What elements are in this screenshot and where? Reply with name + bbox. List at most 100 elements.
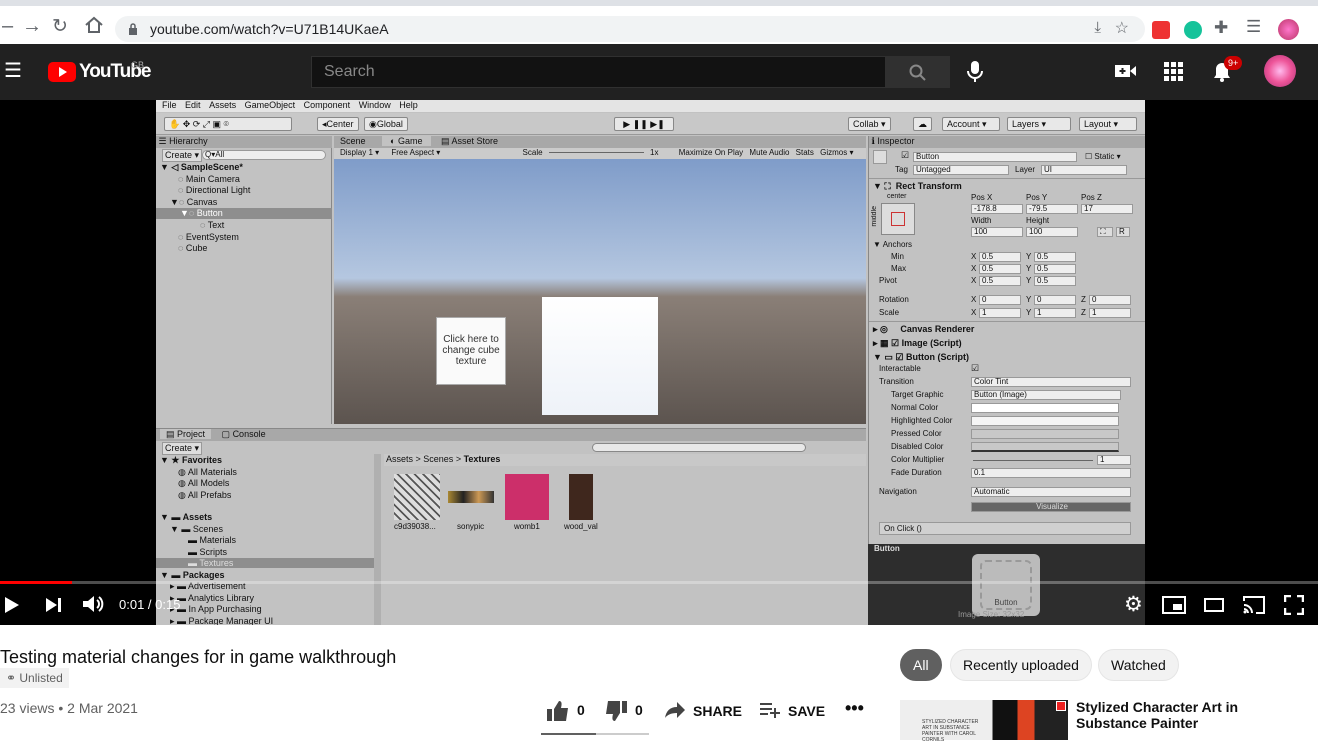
share-icon[interactable] <box>664 701 686 719</box>
video-title: Testing material changes for in game wal… <box>0 647 397 667</box>
normal-color-label: Normal Color <box>891 403 939 412</box>
axis-label: X <box>971 276 977 285</box>
like-icon[interactable] <box>546 700 570 722</box>
asset-label: wood_val <box>564 522 598 531</box>
install-icon[interactable]: ⤓ <box>1094 19 1101 36</box>
save-button[interactable]: SAVE <box>788 703 825 719</box>
extensions-puzzle-icon[interactable]: ✚ <box>1214 18 1228 38</box>
tag-dropdown: Untagged <box>913 165 1009 175</box>
unity-toolbar: ✋ ✥ ⟳ ⤢ ▣ ⌾ ◂Center ◉Global ▶ ❚❚ ▶❚ Coll… <box>156 113 1145 135</box>
tree-item: ▸ ▬ Package Manager UI <box>170 616 274 625</box>
anchors-label: ▼ Anchors <box>873 240 913 249</box>
project-breadcrumb: Assets > Scenes > Textures <box>384 454 866 466</box>
asset-label: c9d39038... <box>394 522 436 531</box>
hierarchy-item: ▼◌ Canvas <box>170 197 218 207</box>
cast-icon[interactable] <box>1242 595 1266 615</box>
reading-list-icon[interactable]: ☰ <box>1246 17 1261 37</box>
tab-game: ◐ Game <box>382 136 431 146</box>
color-multiplier-field: 1 <box>1097 455 1131 465</box>
scale-x: 1 <box>979 308 1021 318</box>
region-code: GB <box>131 60 145 70</box>
chip-recently-uploaded[interactable]: Recently uploaded <box>950 649 1092 681</box>
back-icon[interactable]: – <box>2 15 13 38</box>
game-ui-button: Click here to change cube texture <box>436 317 506 385</box>
bookmark-star-icon[interactable]: ☆ <box>1115 18 1129 38</box>
recommendation-thumbnail[interactable]: STYLIZED CHARACTER ART IN SUBSTANCE PAIN… <box>900 700 1068 743</box>
unity-menu-edit: Edit <box>185 100 201 110</box>
raw-edit-toggle: R <box>1116 227 1130 237</box>
account-avatar[interactable] <box>1264 55 1296 87</box>
share-button[interactable]: SHARE <box>693 703 742 719</box>
apps-grid-icon[interactable] <box>1164 62 1184 82</box>
reload-icon[interactable]: ↻ <box>52 15 68 38</box>
more-actions-icon[interactable]: ••• <box>845 698 864 719</box>
microphone-icon[interactable] <box>965 60 985 84</box>
video-player[interactable]: File Edit Assets GameObject Component Wi… <box>0 100 1318 625</box>
grammarly-extension-icon[interactable] <box>1184 21 1202 39</box>
next-icon[interactable] <box>45 597 63 613</box>
like-count: 0 <box>577 702 585 718</box>
asset-thumb-c9d39038 <box>394 474 440 520</box>
preview-title: Button <box>874 544 900 553</box>
miniplayer-icon[interactable] <box>1162 596 1186 614</box>
forward-icon[interactable]: → <box>22 15 42 38</box>
unity-menu-gameobject: GameObject <box>244 100 296 110</box>
fade-duration-field: 0.1 <box>971 468 1131 478</box>
anchor-max-y: 0.5 <box>1034 264 1076 274</box>
settings-gear-icon[interactable]: ⚙ <box>1124 592 1143 617</box>
tag-label: Tag <box>895 165 908 174</box>
transition-label: Transition <box>879 377 914 386</box>
browser-toolbar: – → ↻ youtube.com/watch?v=U71B14UKaeA ⤓ … <box>0 0 1318 44</box>
button-script-header: ▼ ▭ ☑ Button (Script) <box>873 352 969 362</box>
save-playlist-icon[interactable] <box>759 702 781 718</box>
dislike-icon[interactable] <box>604 700 628 722</box>
preview-image-size: Image Size: 32x32 <box>958 610 1025 619</box>
progress-bar-fill <box>0 581 73 584</box>
hierarchy-create: Create ▾ <box>162 149 203 162</box>
target-graphic-field: Button (Image) <box>971 390 1121 400</box>
global-toggle: ◉Global <box>364 117 408 131</box>
visualize-button: Visualize <box>971 502 1131 512</box>
home-icon[interactable] <box>84 16 104 34</box>
search-button[interactable] <box>886 56 950 88</box>
hierarchy-item: ◌ Main Camera <box>178 174 240 184</box>
transform-tools: ✋ ✥ ⟳ ⤢ ▣ ⌾ <box>164 117 292 131</box>
pdf-extension-icon[interactable] <box>1152 21 1170 39</box>
profile-avatar[interactable] <box>1278 19 1299 40</box>
game-render: Click here to change cube texture <box>334 159 866 424</box>
theater-mode-icon[interactable] <box>1204 598 1224 612</box>
asset-label: sonypic <box>457 522 485 531</box>
label: Pos Y <box>1026 193 1048 202</box>
unity-editor-frame: File Edit Assets GameObject Component Wi… <box>156 100 1145 625</box>
address-bar[interactable]: youtube.com/watch?v=U71B14UKaeA ⤓ ☆ <box>115 16 1145 42</box>
project-search <box>592 443 806 452</box>
hierarchy-panel: ☰ Hierarchy Create ▾ Q▾All ▼ ◁ SampleSce… <box>156 136 332 424</box>
axis-label: Z <box>1081 295 1086 304</box>
volume-icon[interactable] <box>82 594 104 614</box>
axis-label: Y <box>1026 308 1032 317</box>
menu-icon[interactable]: ☰ <box>4 58 22 83</box>
recommendation-title[interactable]: Stylized Character Art in Substance Pain… <box>1076 699 1238 731</box>
hierarchy-scene: ▼ ◁ SampleScene* <box>160 162 243 172</box>
fullscreen-icon[interactable] <box>1284 595 1304 615</box>
chip-all[interactable]: All <box>900 649 942 681</box>
hierarchy-item: ◌ Cube <box>178 243 208 253</box>
play-icon[interactable] <box>4 596 20 614</box>
progress-bar[interactable] <box>0 581 1318 584</box>
game-cube <box>542 297 658 415</box>
video-meta: 23 views • 2 Mar 2021 <box>0 700 138 716</box>
youtube-logo-icon[interactable] <box>48 62 76 82</box>
label: Width <box>971 216 992 225</box>
unity-menu-bar: File Edit Assets GameObject Component Wi… <box>156 100 1145 112</box>
pressed-color-label: Pressed Color <box>891 429 942 438</box>
preview-image: Button <box>972 554 1040 616</box>
search-input[interactable]: Search <box>311 56 886 88</box>
hierarchy-search: Q▾All <box>202 150 326 160</box>
project-tree-scrollbar <box>374 454 381 625</box>
tree-assets: ▼ ▬ Assets <box>160 512 213 522</box>
canvas-renderer-header: ▸ ◎ Canvas Renderer <box>873 324 975 334</box>
chip-watched[interactable]: Watched <box>1098 649 1179 681</box>
create-video-icon[interactable] <box>1115 63 1137 79</box>
game-view-toolbar: Display 1 ▾ Free Aspect ▾ Scale 1x Maxim… <box>334 148 866 159</box>
asset-thumb-womb1 <box>505 474 549 520</box>
